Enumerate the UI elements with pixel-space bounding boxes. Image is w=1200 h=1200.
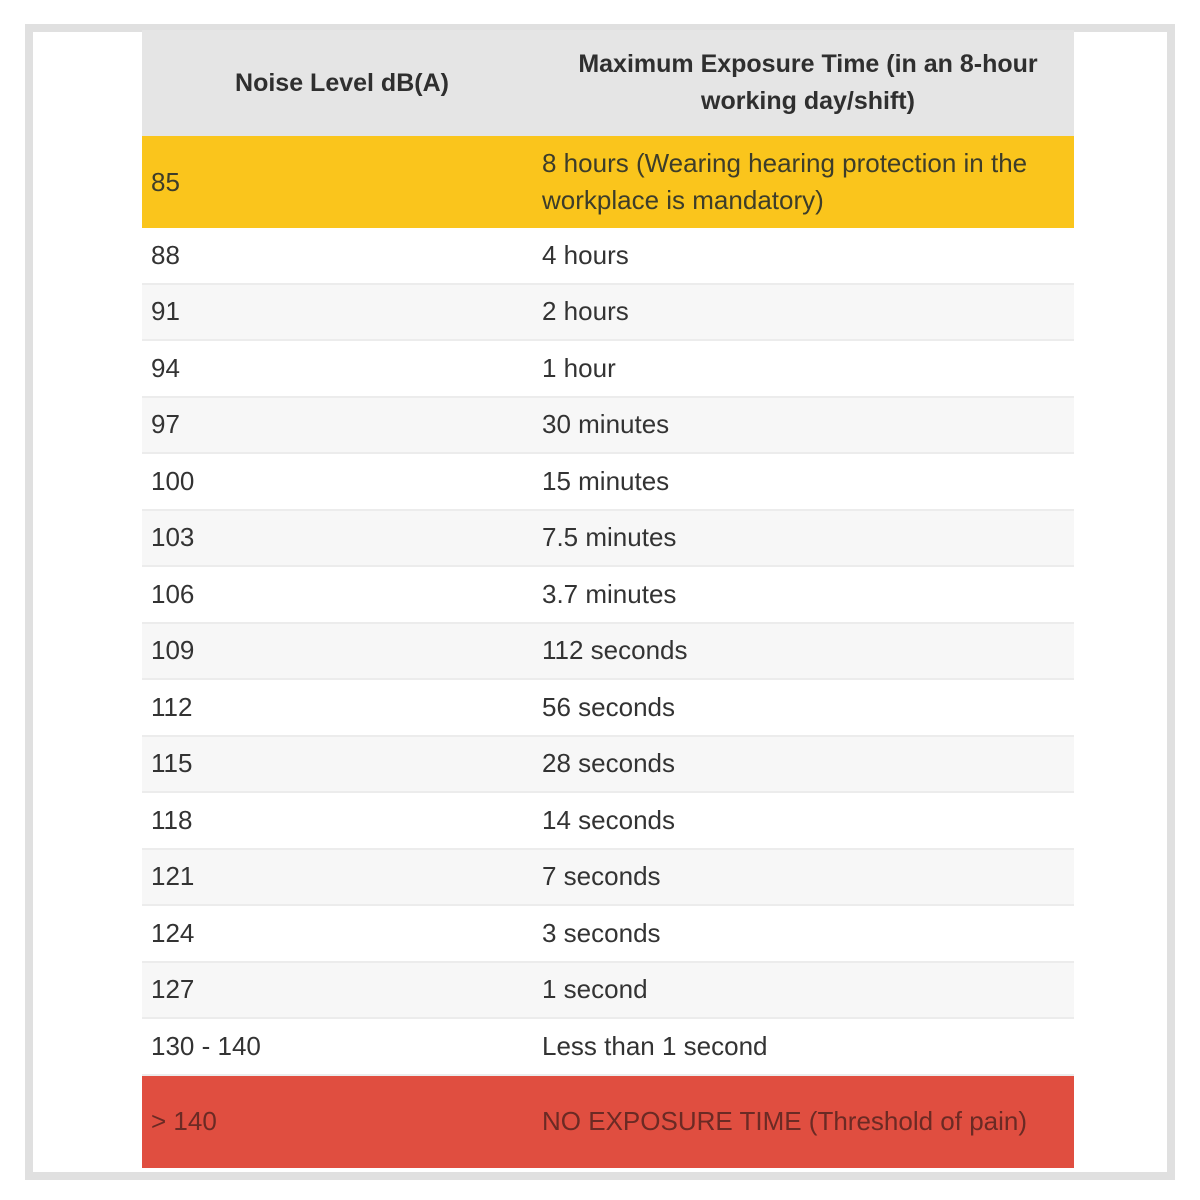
exposure-time-cell: Less than 1 second [542, 1030, 768, 1061]
noise-level-cell: > 140 [151, 1106, 217, 1136]
table-row: 112 56 seconds [142, 680, 1074, 737]
noise-level-cell: 121 [151, 861, 195, 892]
noise-level-cell: 130 - 140 [151, 1030, 261, 1061]
exposure-time-cell: 1 hour [542, 352, 616, 383]
table-row: 91 2 hours [142, 284, 1074, 341]
table-row: 130 - 140 Less than 1 second [142, 1019, 1074, 1076]
table-row-warning: 85 8 hours (Wearing hearing protection in… [142, 136, 1074, 228]
exposure-time-cell: 56 seconds [542, 691, 675, 722]
exposure-time-cell: 3.7 minutes [542, 578, 677, 609]
table-row: 100 15 minutes [142, 454, 1074, 511]
header-noise-level: Noise Level dB(A) [235, 68, 449, 97]
noise-level-cell: 127 [151, 974, 195, 1005]
noise-level-cell: 124 [151, 917, 195, 948]
exposure-time-cell: 7 seconds [542, 861, 661, 892]
table-row: 127 1 second [142, 962, 1074, 1019]
exposure-time-cell: 15 minutes [542, 465, 670, 496]
table-row-danger: > 140 NO EXPOSURE TIME (Threshold of pain… [142, 1075, 1074, 1168]
table-row: 121 7 seconds [142, 849, 1074, 906]
exposure-time-cell: 28 seconds [542, 748, 675, 779]
noise-level-cell: 112 [151, 691, 193, 722]
exposure-time-cell: 14 seconds [542, 804, 675, 835]
exposure-time-cell: 1 second [542, 974, 648, 1005]
exposure-time-cell: 30 minutes [542, 409, 670, 440]
table-row: 106 3.7 minutes [142, 567, 1074, 624]
table-row: 88 4 hours [142, 228, 1074, 285]
noise-level-cell: 118 [151, 804, 193, 835]
table-body: 85 8 hours (Wearing hearing protection in… [142, 136, 1074, 1168]
exposure-time-cell: 8 hours (Wearing hearing protection in t… [542, 148, 1028, 215]
noise-level-cell: 88 [151, 239, 180, 270]
table-row: 103 7.5 minutes [142, 510, 1074, 567]
exposure-time-cell: 2 hours [542, 296, 629, 327]
exposure-time-cell: 3 seconds [542, 917, 661, 948]
table-row: 109 112 seconds [142, 623, 1074, 680]
noise-exposure-table: Noise Level dB(A) Maximum Exposure Time … [142, 30, 1074, 1168]
noise-level-cell: 97 [151, 409, 180, 440]
noise-level-cell: 94 [151, 352, 180, 383]
exposure-time-cell: 7.5 minutes [542, 522, 677, 553]
exposure-time-cell: 112 seconds [542, 635, 688, 666]
table-row: 115 28 seconds [142, 736, 1074, 793]
noise-level-cell: 85 [151, 166, 180, 197]
exposure-time-cell: NO EXPOSURE TIME (Threshold of pain) [542, 1106, 1028, 1136]
header-max-exposure-time: Maximum Exposure Time (in an 8-hour work… [578, 50, 1038, 115]
table-row: 118 14 seconds [142, 793, 1074, 850]
noise-level-cell: 115 [151, 748, 193, 779]
exposure-time-cell: 4 hours [542, 239, 629, 270]
noise-level-cell: 100 [151, 465, 195, 496]
noise-level-cell: 106 [151, 578, 195, 609]
noise-level-cell: 103 [151, 522, 195, 553]
noise-level-cell: 109 [151, 635, 195, 666]
table-row: 94 1 hour [142, 341, 1074, 398]
table-row: 97 30 minutes [142, 397, 1074, 454]
table-row: 124 3 seconds [142, 906, 1074, 963]
table-header: Noise Level dB(A) Maximum Exposure Time … [142, 30, 1074, 136]
noise-level-cell: 91 [151, 296, 180, 327]
